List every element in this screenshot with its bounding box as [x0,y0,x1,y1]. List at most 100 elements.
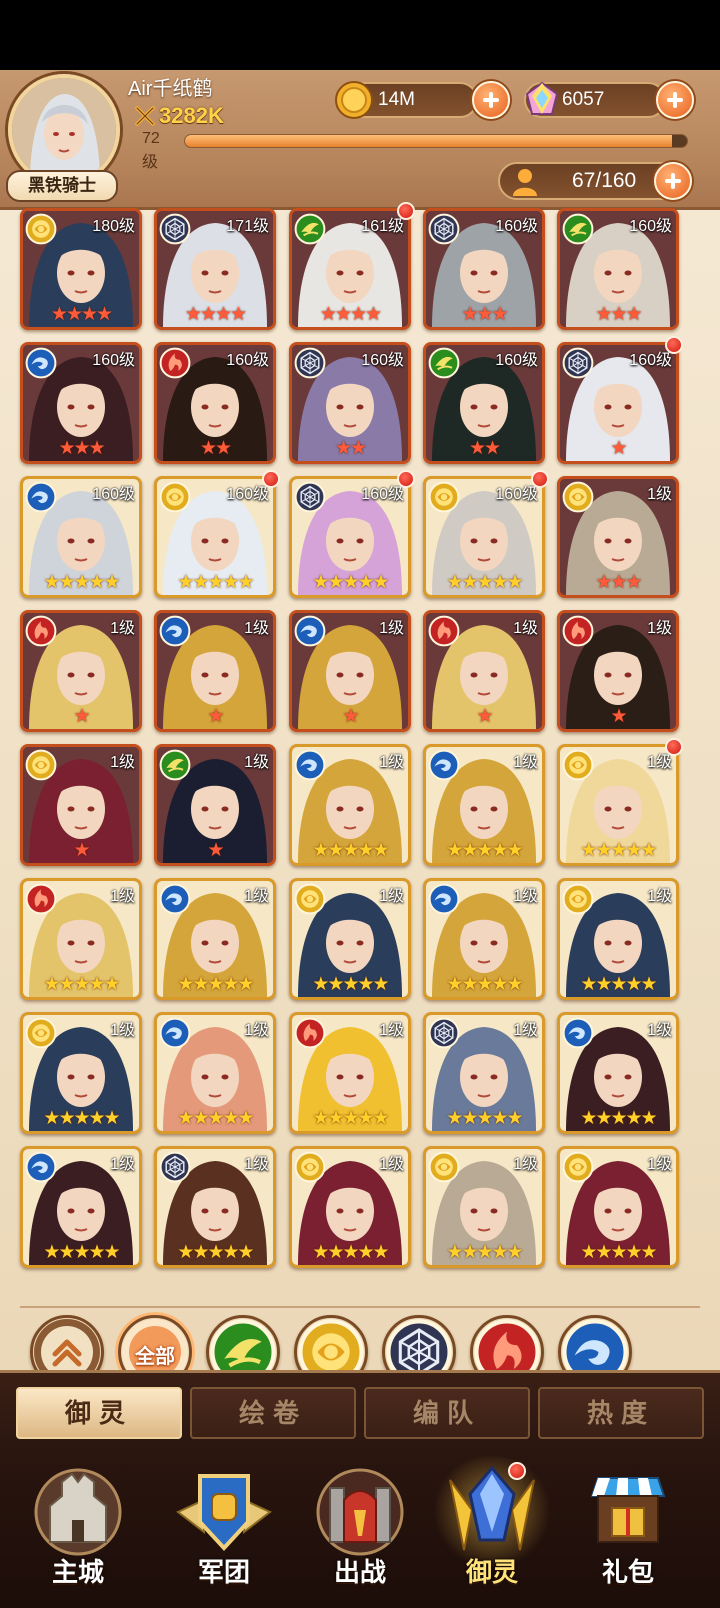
rose-element-icon [562,481,594,513]
hero-level: 1级 [379,1022,404,1039]
hero-card[interactable]: 1级 ★ [20,744,142,866]
web-element-icon [562,347,594,379]
hero-card[interactable]: 160级 ★★★★★ [20,476,142,598]
hero-card[interactable]: 1级 ★★★★★ [557,878,679,1000]
hero-level: 160级 [226,352,269,369]
hero-card[interactable]: 1级 ★★★★★ [154,878,276,1000]
hero-card[interactable]: 160级 ★★★★★ [423,476,545,598]
web-element-icon [428,213,460,245]
hero-star-rating: ★★★★★ [312,840,389,861]
hero-card[interactable]: 1级 ★ [423,610,545,732]
tab-huijuan[interactable]: 绘卷 [190,1387,356,1439]
nav-main-city[interactable]: 主城 [18,1460,138,1600]
nav-gift-label: 礼包 [601,1557,654,1587]
hero-card[interactable]: 160级 ★★★ [557,208,679,330]
wave-element-icon [294,749,326,781]
hero-card[interactable]: 1级 ★ [154,610,276,732]
hero-card[interactable]: 1级 ★★★★★ [423,1012,545,1134]
hero-card[interactable]: 160级 ★★ [154,342,276,464]
battle-gate-icon [316,1468,404,1556]
nav-battle[interactable]: 出战 [300,1460,420,1600]
hero-card[interactable]: 161级 ★★★★ [289,208,411,330]
hero-card[interactable]: 171级 ★★★★ [154,208,276,330]
hero-level: 1级 [244,620,269,637]
hero-card[interactable]: 1级 ★★★★★ [289,1012,411,1134]
hero-card[interactable]: 180级 ★★★★ [20,208,142,330]
nav-legion-label: 军团 [197,1557,250,1587]
gift-shop-icon [590,1477,666,1543]
hero-card[interactable]: 1级 ★★★★★ [423,1146,545,1268]
hero-level: 1级 [379,1156,404,1173]
web-element-icon [159,213,191,245]
hero-card[interactable]: 1级 ★★★★★ [557,1012,679,1134]
hero-card[interactable]: 1级 ★★★★★ [423,744,545,866]
hero-star-rating: ★★★★★ [177,1108,254,1129]
all-filter-label: 全部 [135,1346,175,1368]
flame-element-icon [294,1017,326,1049]
hero-card[interactable]: 1级 ★★★ [557,476,679,598]
nav-gift[interactable]: 礼包 [568,1460,688,1600]
hero-card-grid: 180级 ★★★★ 171级 ★★★★ 161级 ★★★★ 160级 ★★★ 160级 ★… [20,202,700,1268]
hero-card[interactable]: 160级 ★★★ [423,208,545,330]
hero-card[interactable]: 1级 ★★★★★ [289,1146,411,1268]
hero-star-rating: ★★★★★ [580,840,657,861]
person-icon [513,169,537,196]
nav-yuling[interactable]: 御灵 [430,1456,554,1600]
hero-card[interactable]: 160级 ★ [557,342,679,464]
hero-card[interactable]: 1级 ★★★★★ [154,1146,276,1268]
rose-element-icon [428,1151,460,1183]
add-population-button[interactable] [654,162,692,200]
add-crystal-button[interactable] [656,81,694,119]
hero-star-rating: ★ [610,438,627,459]
hero-level: 1级 [244,1156,269,1173]
hero-card[interactable]: 160级 ★★★★★ [289,476,411,598]
hero-card[interactable]: 1级 ★ [289,610,411,732]
nav-legion[interactable]: 军团 [164,1460,284,1600]
add-gold-button[interactable] [472,81,510,119]
hero-card[interactable]: 1级 ★ [154,744,276,866]
hero-star-rating: ★★★★★ [312,572,389,593]
hero-level: 160级 [92,486,135,503]
hero-level: 1级 [379,754,404,771]
hero-card[interactable]: 1级 ★★★★★ [289,744,411,866]
hero-card[interactable]: 1级 ★★★★★ [289,878,411,1000]
flame-element-icon [428,615,460,647]
hero-card[interactable]: 160级 ★★ [289,342,411,464]
tab-redu[interactable]: 热度 [538,1387,704,1439]
hero-level: 1级 [513,1156,538,1173]
leaf-element-icon [294,213,326,245]
hero-card[interactable]: 160级 ★★ [423,342,545,464]
hero-notification-dot [397,470,415,488]
game-screen: 黑铁骑士 Air千纸鹤 3282K 14M 6057 72级 67/160 18… [0,70,720,1608]
nav-yuling-label: 御灵 [465,1557,518,1587]
hero-level: 1级 [647,620,672,637]
hero-level: 180级 [92,218,135,235]
crystal-spirit-icon [449,1465,535,1551]
flame-element-icon [562,615,594,647]
hero-card[interactable]: 1级 ★★★★★ [20,1012,142,1134]
rose-element-icon [25,749,57,781]
power-value: 3282K [159,103,224,128]
hero-notification-dot [665,738,683,756]
hero-card[interactable]: 160级 ★★★ [20,342,142,464]
hero-card[interactable]: 1级 ★★★★★ [557,744,679,866]
hero-card[interactable]: 1级 ★ [557,610,679,732]
hero-card[interactable]: 1级 ★★★★★ [557,1146,679,1268]
web-element-icon [428,1017,460,1049]
hero-star-rating: ★★★★★ [312,974,389,995]
rose-element-icon [562,749,594,781]
hero-level: 1级 [110,1022,135,1039]
hero-star-rating: ★ [207,706,224,727]
hero-card[interactable]: 160级 ★★★★★ [154,476,276,598]
tab-biandui[interactable]: 编队 [364,1387,530,1439]
city-icon [34,1468,122,1556]
hero-star-rating: ★★★★★ [177,572,254,593]
hero-card[interactable]: 1级 ★★★★★ [20,1146,142,1268]
hero-card[interactable]: 1级 ★★★★★ [154,1012,276,1134]
hero-card[interactable]: 1级 ★★★★★ [423,878,545,1000]
hero-card[interactable]: 1级 ★ [20,610,142,732]
hero-card[interactable]: 1级 ★★★★★ [20,878,142,1000]
rainbow-crystal-icon [525,81,559,115]
tab-yuling[interactable]: 御灵 [16,1387,182,1439]
hero-star-rating: ★★★★★ [177,1242,254,1263]
